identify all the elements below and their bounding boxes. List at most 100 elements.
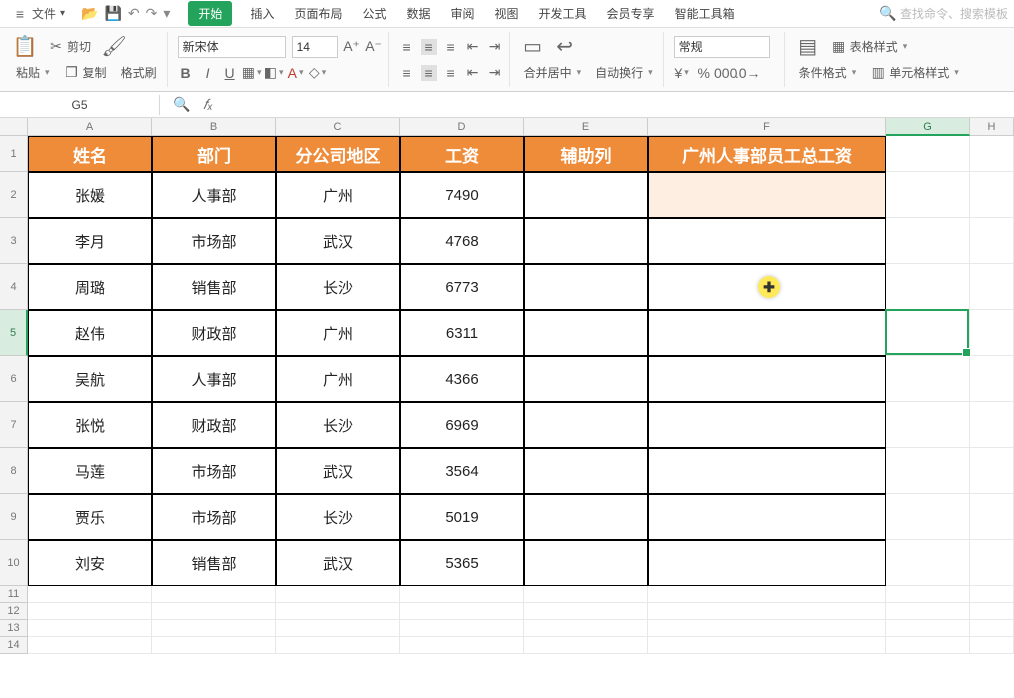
cell-G9[interactable]	[886, 494, 970, 540]
cell-A7[interactable]: 张悦	[28, 402, 152, 448]
cell-A14[interactable]	[28, 637, 152, 654]
clear-format-icon[interactable]: ◇	[310, 65, 326, 81]
cell-H5[interactable]	[970, 310, 1014, 356]
cell-A3[interactable]: 李月	[28, 218, 152, 264]
cell-G8[interactable]	[886, 448, 970, 494]
justify-icon[interactable]: ⇤	[465, 65, 481, 81]
cell-A8[interactable]: 马莲	[28, 448, 152, 494]
cell-F5[interactable]	[648, 310, 886, 356]
cell-G11[interactable]	[886, 586, 970, 603]
format-painter-icon[interactable]: 🖌	[101, 34, 127, 60]
align-middle-icon[interactable]: ≡	[421, 39, 437, 55]
cell-G12[interactable]	[886, 603, 970, 620]
cell-B13[interactable]	[152, 620, 276, 637]
cell-A10[interactable]: 刘安	[28, 540, 152, 586]
fx-icon[interactable]: 𝑓ₓ	[200, 97, 216, 113]
number-format-select[interactable]: 常规	[674, 36, 770, 58]
cell-E7[interactable]	[524, 402, 648, 448]
cell-D2[interactable]: 7490	[400, 172, 524, 218]
font-size-select[interactable]: 14	[292, 36, 338, 58]
row-header-3[interactable]: 3	[0, 218, 28, 264]
row-header-9[interactable]: 9	[0, 494, 28, 540]
cell-H13[interactable]	[970, 620, 1014, 637]
cell-A5[interactable]: 赵伟	[28, 310, 152, 356]
tab-view[interactable]: 视图	[493, 1, 521, 26]
cell-D6[interactable]: 4366	[400, 356, 524, 402]
cell-B14[interactable]	[152, 637, 276, 654]
cell-D12[interactable]	[400, 603, 524, 620]
align-left-icon[interactable]: ≡	[399, 65, 415, 81]
border-icon[interactable]: ▦	[244, 65, 260, 81]
row-header-13[interactable]: 13	[0, 620, 28, 637]
cell-E8[interactable]	[524, 448, 648, 494]
row-header-14[interactable]: 14	[0, 637, 28, 654]
cell-H6[interactable]	[970, 356, 1014, 402]
cell-F12[interactable]	[648, 603, 886, 620]
cell-C4[interactable]: 长沙	[276, 264, 400, 310]
cell-F2[interactable]	[648, 172, 886, 218]
col-header-E[interactable]: E	[524, 118, 648, 136]
cell-A6[interactable]: 吴航	[28, 356, 152, 402]
align-bottom-icon[interactable]: ≡	[443, 39, 459, 55]
save-icon[interactable]: 💾	[104, 5, 121, 22]
cell-G6[interactable]	[886, 356, 970, 402]
cell-A13[interactable]	[28, 620, 152, 637]
cell-D14[interactable]	[400, 637, 524, 654]
cell-D3[interactable]: 4768	[400, 218, 524, 264]
row-header-7[interactable]: 7	[0, 402, 28, 448]
name-box[interactable]: G5	[0, 95, 160, 115]
row-header-2[interactable]: 2	[0, 172, 28, 218]
cell-E1[interactable]: 辅助列	[524, 136, 648, 172]
cell-H11[interactable]	[970, 586, 1014, 603]
col-header-F[interactable]: F	[648, 118, 886, 136]
formula-input[interactable]	[230, 102, 1014, 108]
cut-button[interactable]: ✂剪切	[44, 36, 95, 57]
cell-D9[interactable]: 5019	[400, 494, 524, 540]
cell-A12[interactable]	[28, 603, 152, 620]
tab-smarttools[interactable]: 智能工具箱	[673, 1, 737, 26]
cell-C7[interactable]: 长沙	[276, 402, 400, 448]
cell-H2[interactable]	[970, 172, 1014, 218]
cell-E12[interactable]	[524, 603, 648, 620]
cell-C1[interactable]: 分公司地区	[276, 136, 400, 172]
tab-pagelayout[interactable]: 页面布局	[292, 1, 344, 26]
bold-icon[interactable]: B	[178, 65, 194, 81]
cell-F6[interactable]	[648, 356, 886, 402]
paste-button[interactable]: 粘贴	[12, 62, 54, 83]
cell-E14[interactable]	[524, 637, 648, 654]
col-header-H[interactable]: H	[970, 118, 1014, 136]
cell-D5[interactable]: 6311	[400, 310, 524, 356]
cell-G1[interactable]	[886, 136, 970, 172]
row-header-5[interactable]: 5	[0, 310, 28, 356]
cell-E2[interactable]	[524, 172, 648, 218]
cell-B1[interactable]: 部门	[152, 136, 276, 172]
cell-F7[interactable]	[648, 402, 886, 448]
cell-C12[interactable]	[276, 603, 400, 620]
cell-E13[interactable]	[524, 620, 648, 637]
indent-dec-icon[interactable]: ⇤	[465, 39, 481, 55]
cell-A11[interactable]	[28, 586, 152, 603]
cell-D8[interactable]: 3564	[400, 448, 524, 494]
cell-C13[interactable]	[276, 620, 400, 637]
cell-F10[interactable]	[648, 540, 886, 586]
file-menu[interactable]: ≡ 文件 ▾	[6, 3, 71, 24]
cell-F3[interactable]	[648, 218, 886, 264]
font-name-select[interactable]: 新宋体	[178, 36, 286, 58]
distribute-icon[interactable]: ⇥	[487, 65, 503, 81]
row-header-8[interactable]: 8	[0, 448, 28, 494]
cell-D7[interactable]: 6969	[400, 402, 524, 448]
cond-format-button[interactable]: 条件格式	[795, 62, 861, 83]
cell-C14[interactable]	[276, 637, 400, 654]
col-header-A[interactable]: A	[28, 118, 152, 136]
cell-B9[interactable]: 市场部	[152, 494, 276, 540]
row-header-1[interactable]: 1	[0, 136, 28, 172]
cell-D1[interactable]: 工资	[400, 136, 524, 172]
cell-B2[interactable]: 人事部	[152, 172, 276, 218]
fill-color-icon[interactable]: ◧	[266, 65, 282, 81]
cell-B8[interactable]: 市场部	[152, 448, 276, 494]
cell-C10[interactable]: 武汉	[276, 540, 400, 586]
cell-B12[interactable]	[152, 603, 276, 620]
cell-G4[interactable]	[886, 264, 970, 310]
cell-E3[interactable]	[524, 218, 648, 264]
cell-D13[interactable]	[400, 620, 524, 637]
